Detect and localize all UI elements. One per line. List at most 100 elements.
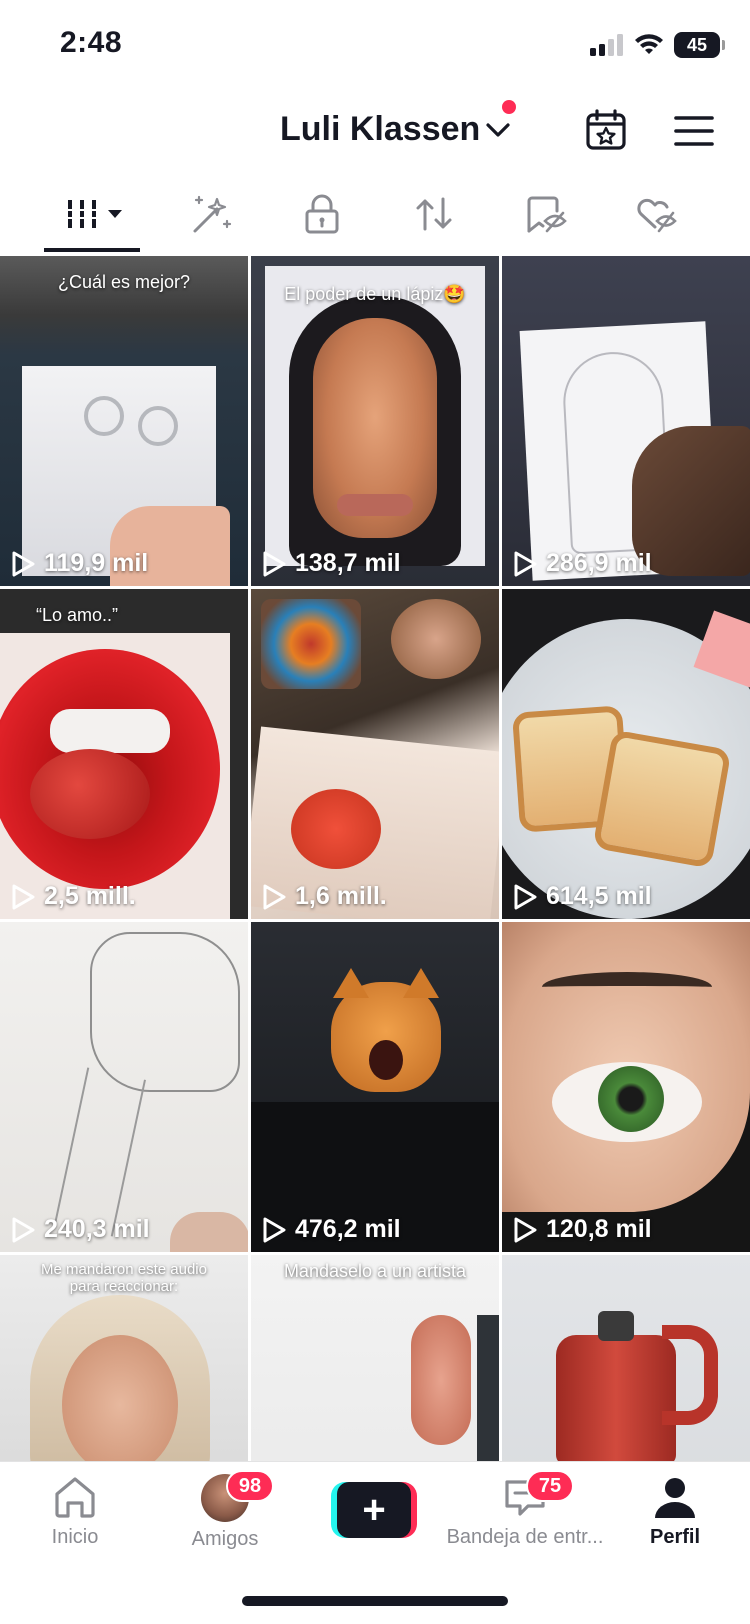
video-thumbnail[interactable]: “Lo amo..” 2,5 mill. bbox=[0, 589, 248, 919]
thumbnail-image bbox=[502, 589, 750, 919]
thumbnail-image bbox=[251, 256, 499, 586]
friends-badge: 98 bbox=[226, 1470, 274, 1502]
chevron-down-icon bbox=[486, 122, 510, 137]
plus-icon: + bbox=[337, 1482, 411, 1538]
hamburger-menu-icon bbox=[674, 116, 714, 146]
nav-profile[interactable]: Perfil bbox=[600, 1474, 750, 1554]
play-icon bbox=[12, 1217, 35, 1242]
view-count: 119,9 mil bbox=[10, 549, 148, 578]
tab-reposts[interactable] bbox=[404, 188, 464, 240]
play-icon bbox=[263, 1217, 286, 1242]
video-grid: ¿Cuál es mejor? 119,9 mil El poder de un… bbox=[0, 256, 750, 1461]
thumbnail-image bbox=[502, 1255, 750, 1461]
thumbnail-image bbox=[251, 922, 499, 1252]
video-thumbnail[interactable]: Me mandaron este audio para reaccionar: bbox=[0, 1255, 248, 1461]
status-bar: 2:48 45 bbox=[0, 0, 750, 88]
view-count-text: 240,3 mil bbox=[44, 1215, 150, 1243]
profile-name: Luli Klassen bbox=[280, 110, 481, 148]
calendar-button[interactable] bbox=[584, 108, 628, 152]
nav-inbox[interactable]: Bandeja de entr... 75 bbox=[440, 1470, 610, 1554]
video-caption: El poder de un lápiz🤩 bbox=[284, 284, 466, 304]
thumbnail-image bbox=[502, 922, 750, 1252]
thumbnail-image bbox=[251, 589, 499, 919]
play-icon bbox=[514, 551, 537, 576]
video-thumbnail[interactable]: 1,6 mill. bbox=[251, 589, 499, 919]
thumbnail-image bbox=[0, 256, 248, 586]
profile-tabs bbox=[0, 178, 750, 254]
nav-home[interactable]: Inicio bbox=[0, 1474, 150, 1554]
home-indicator bbox=[242, 1596, 508, 1606]
play-icon bbox=[12, 551, 35, 576]
tab-private[interactable] bbox=[292, 188, 352, 240]
nav-home-label: Inicio bbox=[51, 1526, 99, 1548]
video-thumbnail[interactable]: 614,5 mil bbox=[502, 589, 750, 919]
video-caption: Me mandaron este audio para reaccionar: bbox=[41, 1261, 207, 1296]
play-icon bbox=[12, 884, 35, 909]
video-thumbnail[interactable]: 476,2 mil bbox=[251, 922, 499, 1252]
play-icon bbox=[263, 884, 286, 909]
repost-icon bbox=[416, 197, 452, 231]
video-caption: ¿Cuál es mejor? bbox=[57, 272, 191, 292]
view-count-text: 286,9 mil bbox=[546, 549, 652, 577]
tab-liked[interactable] bbox=[626, 188, 686, 240]
magic-wand-icon bbox=[193, 195, 232, 233]
nav-friends-label: Amigos bbox=[191, 1528, 259, 1550]
view-count: 286,9 mil bbox=[512, 549, 652, 578]
battery-icon: 45 bbox=[674, 32, 725, 58]
nav-profile-label: Perfil bbox=[649, 1526, 701, 1548]
status-time: 2:48 bbox=[60, 26, 123, 59]
nav-friends[interactable]: Amigos 98 bbox=[150, 1470, 300, 1554]
notification-dot bbox=[502, 100, 516, 114]
view-count-text: 1,6 mill. bbox=[295, 882, 387, 910]
heart-hidden-icon bbox=[637, 198, 677, 233]
thumbnail-image bbox=[251, 1255, 499, 1461]
video-caption: “Lo amo..” bbox=[36, 605, 119, 625]
view-count-text: 119,9 mil bbox=[44, 549, 149, 577]
video-thumbnail[interactable]: 120,8 mil bbox=[502, 922, 750, 1252]
thumbnail-image bbox=[502, 256, 750, 586]
thumbnail-image bbox=[0, 922, 248, 1252]
view-count: 1,6 mill. bbox=[261, 882, 387, 911]
view-count-text: 120,8 mil bbox=[546, 1215, 652, 1243]
video-thumbnail[interactable]: 286,9 mil bbox=[502, 256, 750, 586]
create-button[interactable]: + bbox=[331, 1482, 417, 1538]
view-count: 240,3 mil bbox=[10, 1215, 150, 1244]
view-count: 614,5 mil bbox=[512, 882, 652, 911]
view-count: 2,5 mill. bbox=[10, 882, 136, 911]
profile-header: Luli Klassen bbox=[0, 88, 750, 178]
nav-inbox-label: Bandeja de entr... bbox=[446, 1526, 604, 1548]
bookmark-hidden-icon bbox=[527, 196, 567, 233]
wifi-icon bbox=[635, 34, 663, 54]
profile-icon bbox=[655, 1478, 695, 1518]
video-thumbnail[interactable]: 240,3 mil bbox=[0, 922, 248, 1252]
video-thumbnail[interactable]: ¿Cuál es mejor? 119,9 mil bbox=[0, 256, 248, 586]
view-count-text: 476,2 mil bbox=[295, 1215, 401, 1243]
account-switcher[interactable]: Luli Klassen bbox=[280, 110, 510, 149]
video-caption: Mandaselo a un artista bbox=[283, 1261, 467, 1281]
menu-button[interactable] bbox=[674, 114, 714, 148]
view-count-text: 2,5 mill. bbox=[44, 882, 136, 910]
lock-icon bbox=[305, 194, 339, 234]
calendar-star-icon bbox=[586, 109, 626, 150]
inbox-badge: 75 bbox=[526, 1470, 574, 1502]
home-icon bbox=[55, 1477, 95, 1518]
play-icon bbox=[263, 551, 286, 576]
play-icon bbox=[514, 884, 537, 909]
video-thumbnail[interactable]: El poder de un lápiz🤩 138,7 mil bbox=[251, 256, 499, 586]
cellular-icon bbox=[590, 34, 623, 56]
play-icon bbox=[514, 1217, 537, 1242]
tab-videos[interactable] bbox=[62, 188, 128, 240]
tab-favorites[interactable] bbox=[516, 188, 576, 240]
view-count: 476,2 mil bbox=[261, 1215, 401, 1244]
view-count-text: 614,5 mil bbox=[546, 882, 652, 910]
tab-effects[interactable] bbox=[180, 188, 240, 240]
active-tab-indicator bbox=[44, 248, 140, 252]
video-thumbnail[interactable] bbox=[502, 1255, 750, 1461]
view-count: 138,7 mil bbox=[261, 549, 401, 578]
video-thumbnail[interactable]: Mandaselo a un artista bbox=[251, 1255, 499, 1461]
status-icons: 45 bbox=[590, 30, 725, 60]
thumbnail-image bbox=[0, 589, 248, 919]
grid-icon bbox=[66, 200, 122, 228]
view-count: 120,8 mil bbox=[512, 1215, 652, 1244]
view-count-text: 138,7 mil bbox=[295, 549, 401, 577]
